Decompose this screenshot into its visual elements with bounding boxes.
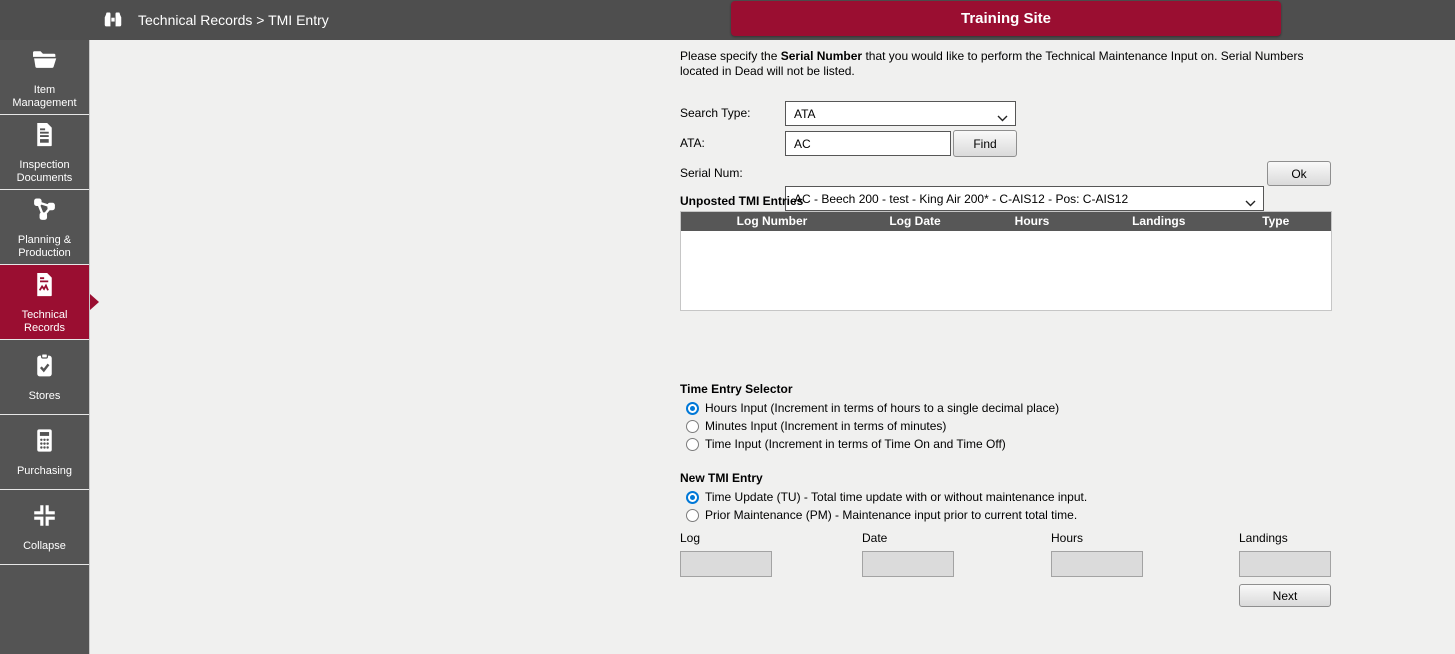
banner-label: Training Site (961, 10, 1051, 27)
instruction-bold: Serial Number (781, 49, 862, 63)
sidebar-item-label: Technical Records (2, 309, 87, 335)
search-type-select[interactable]: ATA (785, 101, 1016, 126)
search-type-label: Search Type: (680, 101, 751, 126)
ata-label: ATA: (680, 131, 705, 156)
radio-label: Time Input (Increment in terms of Time O… (705, 437, 1006, 451)
hours-input (1051, 551, 1143, 577)
document-icon (30, 120, 59, 153)
radio-label: Time Update (TU) - Total time update wit… (705, 490, 1087, 504)
column-header-log-date: Log Date (863, 212, 967, 231)
landings-label: Landings (1239, 531, 1288, 545)
radio-label: Prior Maintenance (PM) - Maintenance inp… (705, 508, 1077, 522)
binoculars-icon (102, 9, 124, 31)
sidebar-item-label: Collapse (23, 540, 66, 553)
sidebar-item-label: Inspection Documents (2, 159, 87, 185)
chevron-down-icon (997, 111, 1008, 125)
column-header-landings: Landings (1097, 212, 1221, 231)
radio-button[interactable] (686, 438, 699, 451)
sidebar: Item Management Inspection Documents Pla… (0, 40, 90, 654)
main-content: Please specify the Serial Number that yo… (91, 40, 1455, 654)
radio-label: Hours Input (Increment in terms of hours… (705, 401, 1059, 415)
table-header-row: Log Number Log Date Hours Landings Type (681, 212, 1331, 231)
chart-document-icon (30, 270, 59, 303)
column-header-hours: Hours (967, 212, 1097, 231)
radio-time-input[interactable]: Time Input (Increment in terms of Time O… (686, 436, 1006, 452)
radio-time-update[interactable]: Time Update (TU) - Total time update wit… (686, 489, 1087, 505)
radio-button[interactable] (686, 491, 699, 504)
calculator-icon (30, 426, 59, 459)
tmi-entry-form: Please specify the Serial Number that yo… (680, 40, 1332, 654)
network-icon (30, 195, 59, 228)
column-header-type: Type (1221, 212, 1332, 231)
table-body-empty (681, 231, 1331, 310)
sidebar-item-purchasing[interactable]: Purchasing (0, 415, 89, 490)
log-label: Log (680, 531, 700, 545)
sidebar-item-planning-production[interactable]: Planning & Production (0, 190, 89, 265)
breadcrumb: Technical Records > TMI Entry (138, 12, 329, 28)
sidebar-item-label: Stores (29, 390, 61, 403)
serial-num-select[interactable]: AC - Beech 200 - test - King Air 200* - … (785, 186, 1264, 211)
date-label: Date (862, 531, 887, 545)
unposted-tmi-table: Log Number Log Date Hours Landings Type (680, 211, 1332, 311)
radio-button[interactable] (686, 420, 699, 433)
training-site-banner: Training Site (731, 1, 1281, 36)
ok-button[interactable]: Ok (1267, 161, 1331, 186)
sidebar-item-label: Purchasing (17, 465, 72, 478)
clipboard-check-icon (30, 351, 59, 384)
sidebar-item-collapse[interactable]: Collapse (0, 490, 89, 565)
new-tmi-entry-title: New TMI Entry (680, 471, 763, 485)
sidebar-item-stores[interactable]: Stores (0, 340, 89, 415)
unposted-tmi-title: Unposted TMI Entries (680, 194, 803, 208)
radio-label: Minutes Input (Increment in terms of min… (705, 419, 946, 433)
serial-num-label: Serial Num: (680, 161, 743, 186)
folder-icon (30, 45, 59, 78)
sidebar-item-item-management[interactable]: Item Management (0, 40, 89, 115)
log-input (680, 551, 772, 577)
top-bar: Technical Records > TMI Entry Training S… (0, 0, 1455, 40)
chevron-down-icon (1245, 196, 1256, 210)
date-input (862, 551, 954, 577)
time-entry-selector-title: Time Entry Selector (680, 382, 793, 396)
collapse-icon (30, 501, 59, 534)
instruction-text: Please specify the Serial Number that yo… (680, 49, 1332, 79)
sidebar-item-label: Item Management (2, 84, 87, 110)
column-header-log-number: Log Number (681, 212, 863, 231)
radio-hours-input[interactable]: Hours Input (Increment in terms of hours… (686, 400, 1059, 416)
radio-button[interactable] (686, 509, 699, 522)
sidebar-item-label: Planning & Production (2, 234, 87, 260)
sidebar-item-inspection-documents[interactable]: Inspection Documents (0, 115, 89, 190)
radio-prior-maintenance[interactable]: Prior Maintenance (PM) - Maintenance inp… (686, 507, 1077, 523)
hours-label: Hours (1051, 531, 1083, 545)
sidebar-item-technical-records[interactable]: Technical Records (0, 265, 89, 340)
landings-input (1239, 551, 1331, 577)
ata-input[interactable] (785, 131, 951, 156)
next-button[interactable]: Next (1239, 584, 1331, 607)
radio-button[interactable] (686, 402, 699, 415)
radio-minutes-input[interactable]: Minutes Input (Increment in terms of min… (686, 418, 946, 434)
find-button[interactable]: Find (953, 130, 1017, 157)
